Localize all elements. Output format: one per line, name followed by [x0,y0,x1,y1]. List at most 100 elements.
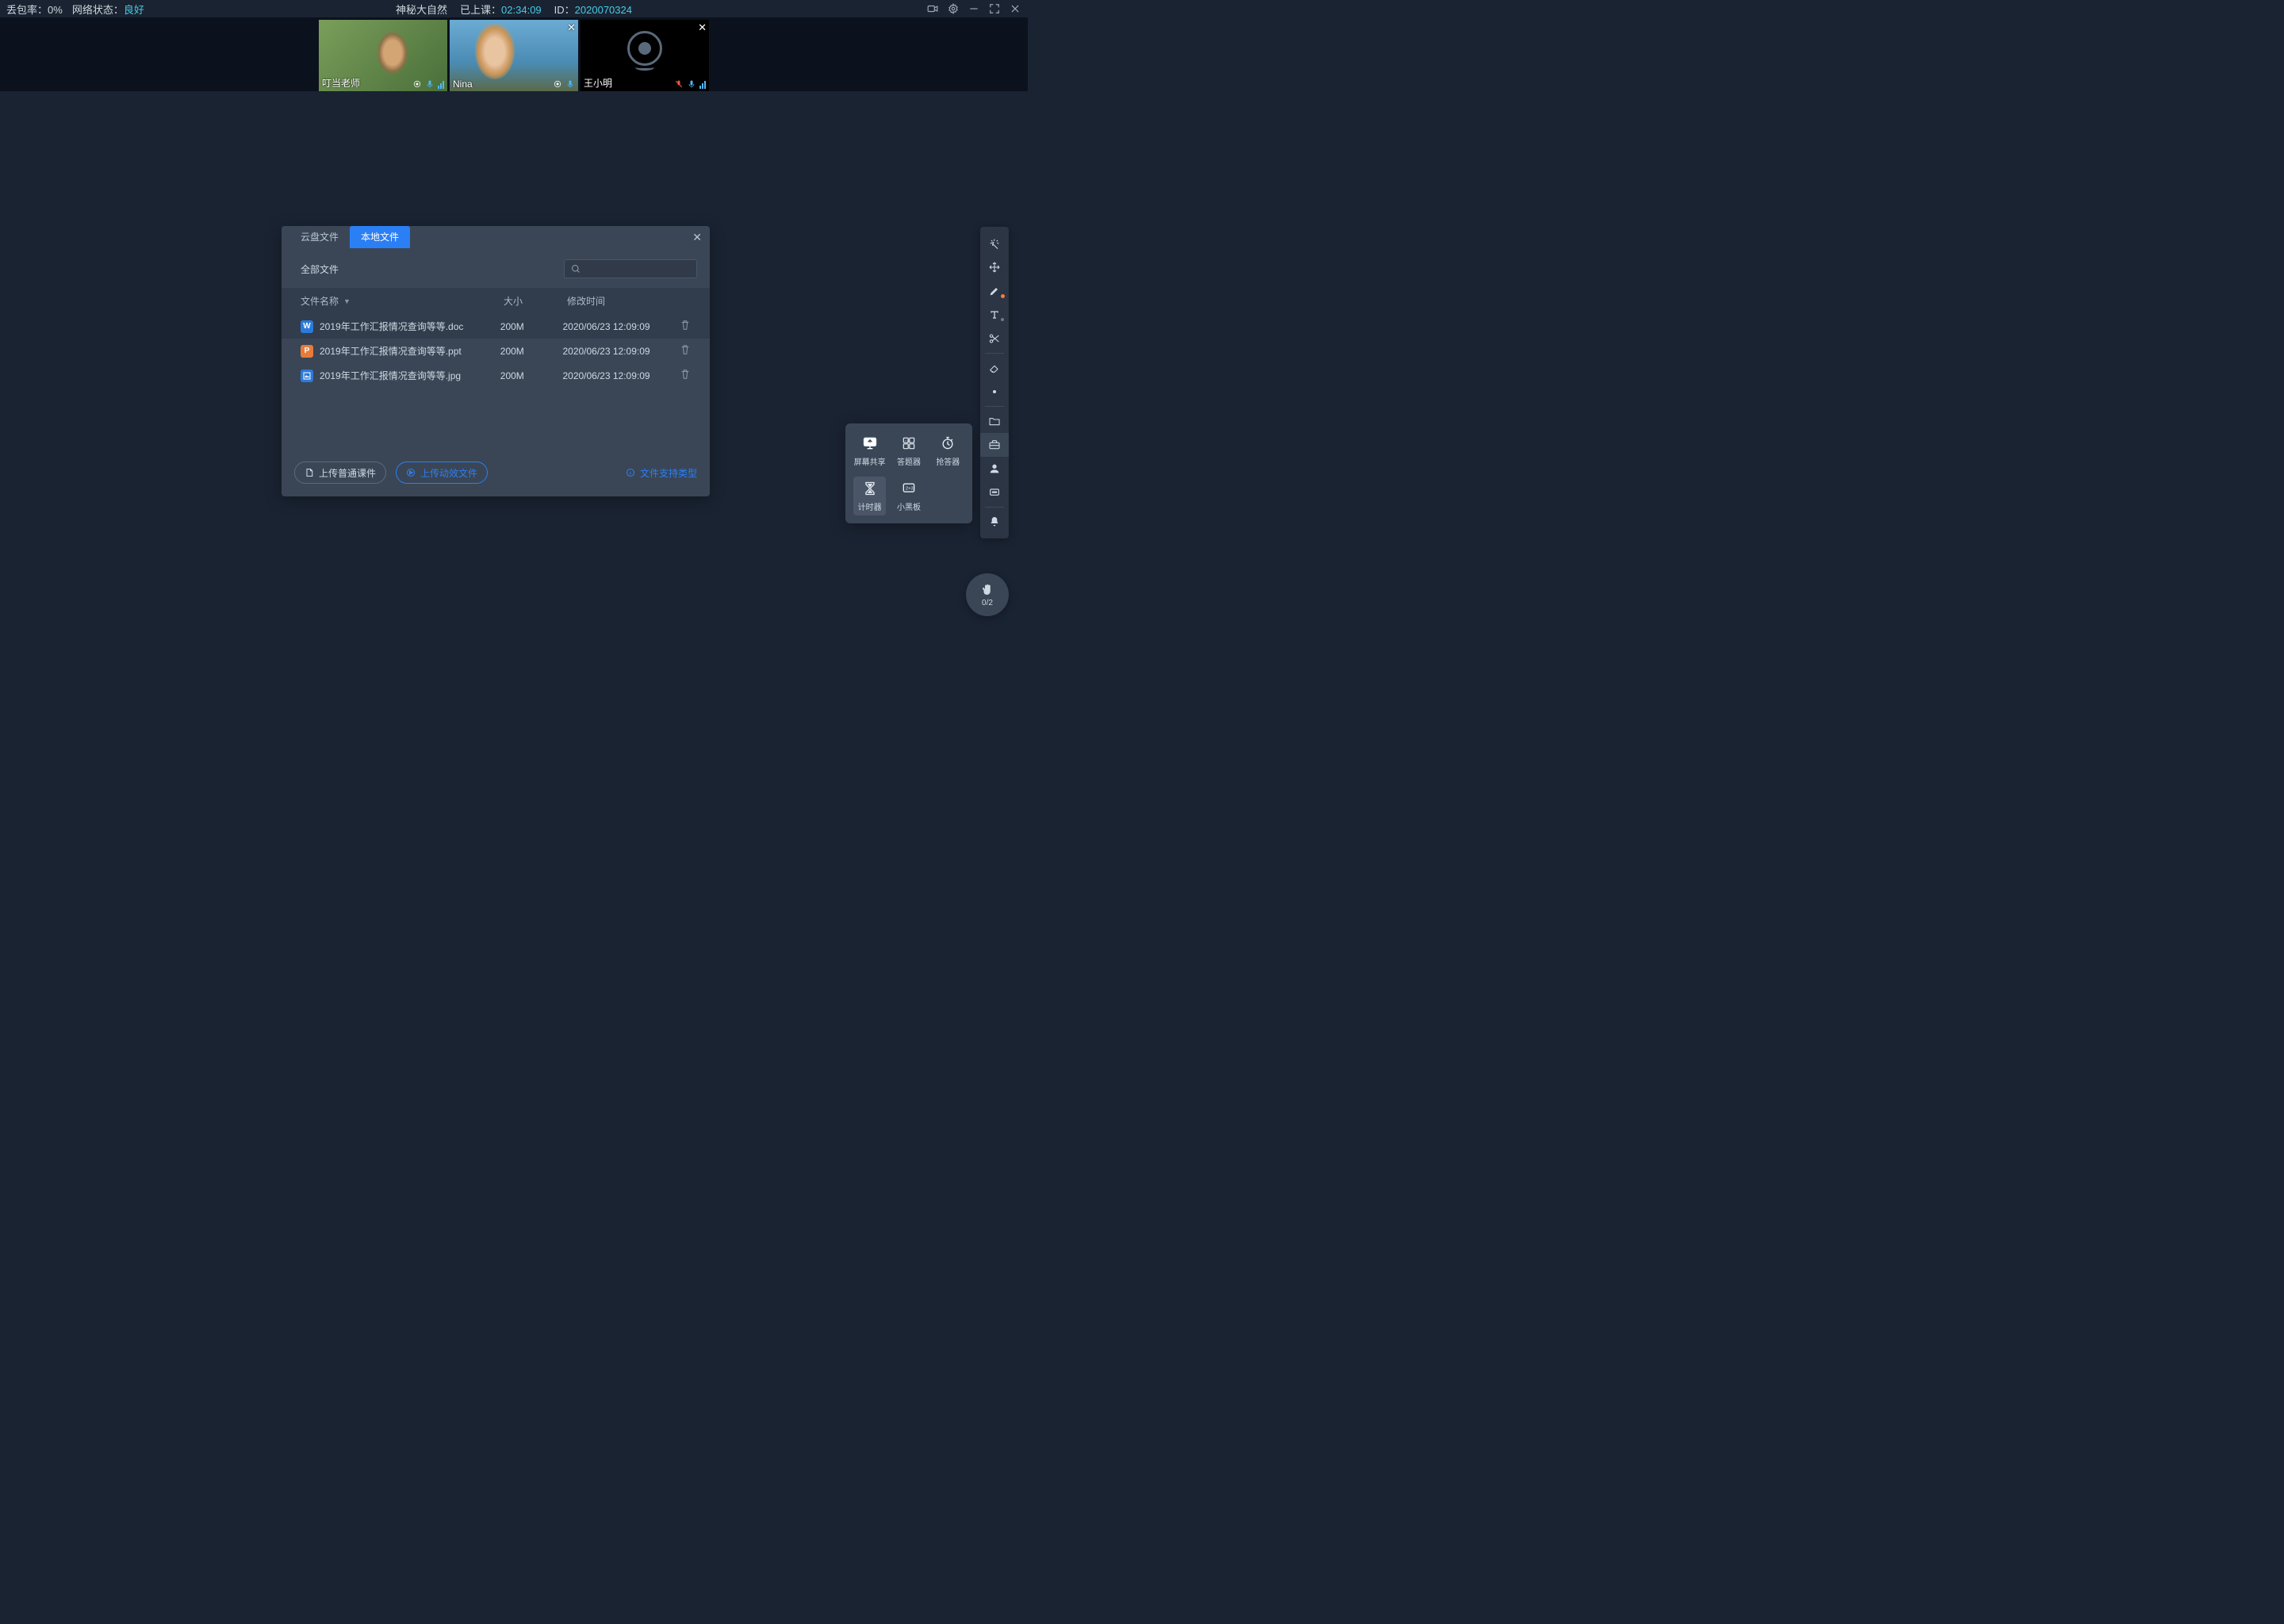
svg-text:✓A: ✓A [905,439,910,442]
mic-muted-icon [674,79,684,89]
tab-local-files[interactable]: 本地文件 [350,226,410,248]
topbar-right [926,2,1021,15]
tool-blackboard[interactable]: 2+3 小黑板 [892,477,925,515]
file-row[interactable]: P 2019年工作汇报情况查询等等.ppt 200M 2020/06/23 12… [282,339,710,363]
file-row[interactable]: W 2019年工作汇报情况查询等等.doc 200M 2020/06/23 12… [282,314,710,339]
search-icon [571,264,581,274]
topbar: 丢包率：0% 网络状态：良好 神秘大自然 已上课：02:34:09 ID：202… [0,0,1028,17]
video-tile[interactable]: ✕ 王小明 [581,20,709,91]
close-icon[interactable] [1009,2,1021,15]
packet-loss: 丢包率：0% [6,2,63,17]
answer-icon: ✓A [899,435,918,452]
delete-icon[interactable] [680,320,691,333]
right-toolbar [980,227,1009,538]
id-label: ID： [554,4,575,16]
file-type-icon: W [301,320,313,333]
delete-icon[interactable] [680,344,691,358]
all-files-label[interactable]: 全部文件 [301,262,339,276]
packet-loss-label: 丢包率： [6,4,48,16]
upload-normal-button[interactable]: 上传普通课件 [294,462,386,484]
file-type-icon [301,370,313,382]
tool-move[interactable] [980,255,1009,279]
camera-off-icon [627,31,662,66]
search-input[interactable] [564,259,697,278]
tool-folder[interactable] [980,409,1009,433]
tool-answer[interactable]: ✓A 答题器 [892,431,925,470]
minimize-icon[interactable] [968,2,980,15]
screen-share-icon [860,435,879,452]
raise-hand-button[interactable]: 0/2 [966,573,1009,616]
video-indicators [553,79,575,89]
column-name[interactable]: 文件名称 ▼ [301,294,504,308]
tool-timer[interactable]: 计时器 [853,477,886,515]
settings-icon[interactable] [947,2,960,15]
file-size: 200M [500,346,563,357]
file-dialog: 云盘文件 本地文件 ✕ 全部文件 文件名称 ▼ 大小 修改时间 W 2019年工… [282,226,710,496]
participant-name: 叮当老师 [322,76,360,90]
camera-icon[interactable] [926,2,939,15]
race-icon [938,435,957,452]
file-row[interactable]: 2019年工作汇报情况查询等等.jpg 200M 2020/06/23 12:0… [282,363,710,388]
video-strip: 叮当老师 ✕ Nina ✕ 王小明 [0,17,1028,91]
upload-fx-button[interactable]: 上传动效文件 [396,462,488,484]
file-dialog-toolbar: 全部文件 [282,248,710,288]
packet-loss-value: 0% [48,4,63,16]
file-size: 200M [500,321,563,332]
tool-screen-share[interactable]: 屏幕共享 [853,431,886,470]
tab-cloud-files[interactable]: 云盘文件 [289,226,350,248]
column-size[interactable]: 大小 [504,294,567,308]
file-size: 200M [500,370,563,381]
file-support-link[interactable]: 文件支持类型 [626,466,697,480]
file-type-icon: P [301,345,313,358]
fullscreen-icon[interactable] [988,2,1001,15]
network-status: 网络状态：良好 [72,2,144,17]
file-name: 2019年工作汇报情况查询等等.doc [320,320,463,333]
video-indicators [674,79,706,89]
topbar-center: 神秘大自然 已上课：02:34:09 ID：2020070324 [396,2,632,17]
file-table-body: W 2019年工作汇报情况查询等等.doc 200M 2020/06/23 12… [282,314,710,449]
mic-icon [425,79,435,89]
tool-eraser[interactable] [980,356,1009,380]
sort-icon: ▼ [343,297,351,305]
dialog-close-icon[interactable]: ✕ [692,231,702,244]
video-close-icon[interactable]: ✕ [698,21,707,34]
file-name: 2019年工作汇报情况查询等等.jpg [320,369,461,382]
video-tile[interactable]: ✕ Nina [450,20,578,91]
column-time[interactable]: 修改时间 [567,294,686,308]
file-dialog-tabs: 云盘文件 本地文件 ✕ [282,226,710,248]
blackboard-icon: 2+3 [899,480,918,497]
tool-text[interactable] [980,303,1009,327]
file-dialog-footer: 上传普通课件 上传动效文件 文件支持类型 [282,449,710,496]
tool-person[interactable] [980,457,1009,481]
elapsed: 已上课：02:34:09 [460,2,542,17]
network-label: 网络状态： [72,4,124,16]
tool-bell[interactable] [980,510,1009,534]
tool-scissors[interactable] [980,327,1009,350]
file-table-header: 文件名称 ▼ 大小 修改时间 [282,288,710,314]
participant-name: Nina [453,79,473,90]
tool-toolbox[interactable] [980,433,1009,457]
tools-popup: 屏幕共享 ✓A 答题器 抢答器 计时器 2+3 小黑板 [845,423,972,523]
speaker-icon [412,79,422,89]
hand-icon [980,583,994,597]
tool-race[interactable]: 抢答器 [932,431,964,470]
id-value: 2020070324 [575,4,632,16]
video-indicators [412,79,444,89]
video-close-icon[interactable]: ✕ [567,21,576,34]
tool-chat[interactable] [980,481,1009,504]
delete-icon[interactable] [680,369,691,382]
tool-pointer[interactable] [980,232,1009,255]
network-value: 良好 [124,4,144,16]
mic-icon [565,79,575,89]
elapsed-label: 已上课： [460,4,501,16]
hourglass-icon [860,480,879,497]
room-title: 神秘大自然 [396,2,447,17]
mic-icon [687,79,696,89]
file-name: 2019年工作汇报情况查询等等.ppt [320,344,462,358]
room-id: ID：2020070324 [554,2,632,17]
tool-pen[interactable] [980,279,1009,303]
video-tile[interactable]: 叮当老师 [319,20,447,91]
file-time: 2020/06/23 12:09:09 [562,321,680,332]
file-time: 2020/06/23 12:09:09 [562,370,680,381]
tool-dot[interactable] [980,380,1009,404]
